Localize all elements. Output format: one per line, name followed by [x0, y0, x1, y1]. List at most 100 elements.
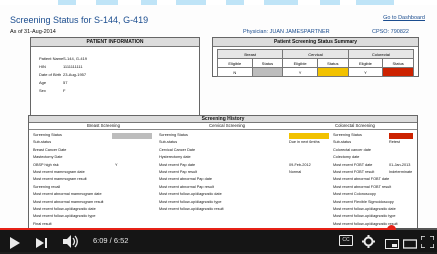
cervical-history-label: Most recent follow-up/diagnostic type — [159, 199, 222, 204]
patient-info-title: PATIENT INFORMATION — [31, 38, 199, 47]
colorectal-history-title: Colorectal Screening — [335, 123, 375, 128]
captions-button[interactable]: CC — [339, 235, 353, 246]
cervical-history-label: Hysterectomy date — [159, 155, 191, 160]
row-value: 57 — [63, 80, 68, 85]
history-divider — [29, 129, 417, 130]
colorectal-history-label: Most recent abnormal FOBT result — [333, 184, 392, 189]
age-row: Age 57 — [39, 80, 67, 85]
screening-history-panel: Screening History Breast Screening Cervi… — [28, 115, 418, 230]
cervical-history-label: Most recent Pap date — [159, 162, 196, 167]
next-icon[interactable] — [36, 236, 48, 254]
cervical-history-label: Most recent abnormal Pap result — [159, 184, 214, 189]
breast-history-label: Sub-status — [33, 140, 52, 145]
cervical-history-label: Cervical Cancer Date — [159, 147, 196, 152]
breast-history-label: Most recent abnormal mammogram date — [33, 192, 102, 197]
colorectal-history-value: Indeterminate — [389, 170, 413, 174]
colorectal-history-label: Most recent Flexible Sigmoidoscopy — [333, 199, 394, 204]
breast-history-title: Breast Screening — [87, 123, 120, 128]
cervical-history-label: Most recent abnormal Pap date — [159, 177, 212, 182]
miniplayer-icon[interactable] — [385, 236, 399, 254]
patient-name-row: Patient Name S-144, G-419 — [39, 56, 87, 61]
colorectal-status-bar — [389, 133, 413, 139]
summary-subheader: Status — [382, 58, 414, 68]
row-value: 1111111111 — [63, 64, 83, 69]
row-label: Date of Birth — [39, 72, 62, 77]
colorectal-history-label: Colectomy date — [333, 155, 360, 160]
colorectal-history-label: Most recent Colonoscopy — [333, 192, 376, 197]
page-title: Screening Status for S-144, G-419 — [10, 15, 149, 25]
row-label: Age — [39, 80, 47, 85]
summary-table: Breast Cervical Colorectal Eligible Stat… — [216, 49, 415, 77]
breast-history-label: Mastectomy Date — [33, 155, 63, 160]
cervical-status-bar — [289, 133, 329, 139]
summary-subheader: Status — [251, 58, 284, 68]
summary-subheader: Eligible — [347, 58, 384, 68]
colorectal-history-label: Most recent FOBT date — [333, 162, 373, 167]
breast-status-color — [251, 67, 284, 77]
colorectal-history-label: Most recent abnormal FOBT date — [333, 177, 390, 182]
patient-info-panel: PATIENT INFORMATION Patient Name S-144, G… — [30, 37, 200, 117]
colorectal-history-label: Colorectal cancer date — [333, 147, 371, 152]
cervical-history-label: Most recent Pap result — [159, 170, 197, 174]
breast-history-label: Most recent follow-up/diagnostic date — [33, 207, 96, 211]
cervical-history-label: Sub-status — [159, 140, 178, 145]
colorectal-eligible-value: Y — [347, 67, 384, 77]
cervical-history-value: Normal — [289, 170, 302, 174]
colorectal-history-label: Most recent follow-up/diagnostic type — [333, 214, 396, 219]
summary-subheader: Eligible — [282, 58, 318, 68]
as-of-date: As of 31-Aug-2014 — [10, 29, 56, 35]
breast-history-label: Screening Status — [33, 133, 62, 137]
breast-history-label: Most recent mammogram result — [33, 177, 87, 182]
cervical-history-title: Cervical Screening — [209, 123, 246, 128]
breast-history-label: Breast Cancer Date — [33, 147, 67, 152]
fullscreen-icon[interactable] — [420, 235, 435, 253]
row-value: F — [63, 88, 66, 93]
cpso-number: CPSO: 790822 — [372, 29, 409, 35]
row-label: HIN — [39, 64, 46, 69]
cervical-eligible-value: Y — [282, 67, 318, 77]
video-frame[interactable]: Screening Status for S-144, G-419 Go to … — [0, 5, 437, 230]
breast-history-label: Screening recall — [33, 184, 61, 189]
sex-row: Sex F — [39, 88, 65, 93]
settings-icon[interactable] — [362, 235, 375, 253]
row-value: S-144, G-419 — [63, 56, 88, 61]
dob-row: Date of Birth 23-Aug-1957 — [39, 72, 86, 77]
summary-subheader: Status — [316, 58, 349, 68]
summary-group-cervical: Cervical — [282, 49, 349, 59]
history-title: Screening History — [29, 116, 417, 123]
volume-icon[interactable] — [63, 235, 79, 253]
row-label: Patient Name — [39, 56, 64, 61]
time-display: 6:09 / 6:52 — [93, 236, 129, 245]
colorectal-history-value: Retest — [389, 140, 400, 145]
colorectal-history-label: Most recent FOBT result — [333, 170, 375, 174]
dashboard-link[interactable]: Go to Dashboard — [383, 15, 425, 21]
breast-history-label: Most recent abnormal mammogram result — [33, 199, 104, 204]
summary-title: Patient Screening Status Summary — [213, 38, 418, 47]
breast-history-label: Final result — [33, 221, 52, 226]
colorectal-history-label: Sub-status — [333, 140, 352, 145]
colorectal-history-label: Screening Status — [333, 133, 362, 137]
colorectal-history-label: Most recent follow-up/diagnostic date — [333, 207, 396, 211]
breast-history-label: Most recent mammogram date — [33, 170, 85, 174]
summary-group-colorectal: Colorectal — [347, 49, 415, 59]
breast-history-value: Y — [115, 162, 118, 167]
play-icon[interactable] — [9, 236, 20, 254]
summary-subheader: Eligible — [217, 58, 253, 68]
row-label: Sex — [39, 88, 46, 93]
hin-row: HIN 1111111111 — [39, 64, 83, 69]
cervical-history-label: Most recent follow-up/diagnostic date — [159, 192, 222, 197]
cervical-history-label: Most recent follow-up/diagnostic result — [159, 207, 224, 211]
theater-icon[interactable] — [402, 236, 418, 254]
screening-summary-panel: Patient Screening Status Summary Breast … — [212, 37, 419, 77]
breast-eligible-value: N — [217, 67, 253, 77]
cervical-history-value: 09-Feb-2012 — [289, 162, 311, 167]
physician-name: Physician: JUAN JAMESPARTNER — [243, 29, 330, 35]
colorectal-status-color — [382, 67, 414, 77]
colorectal-history-value: 01-Jan-2013 — [389, 162, 411, 167]
row-value: 23-Aug-1957 — [63, 72, 87, 77]
cervical-status-color — [316, 67, 349, 77]
breast-history-label: OBSP high risk — [33, 162, 59, 167]
summary-group-breast: Breast — [216, 49, 284, 59]
cervical-history-label: Screening Status — [159, 133, 188, 137]
cervical-history-value: Due in next 6mths — [289, 140, 320, 145]
